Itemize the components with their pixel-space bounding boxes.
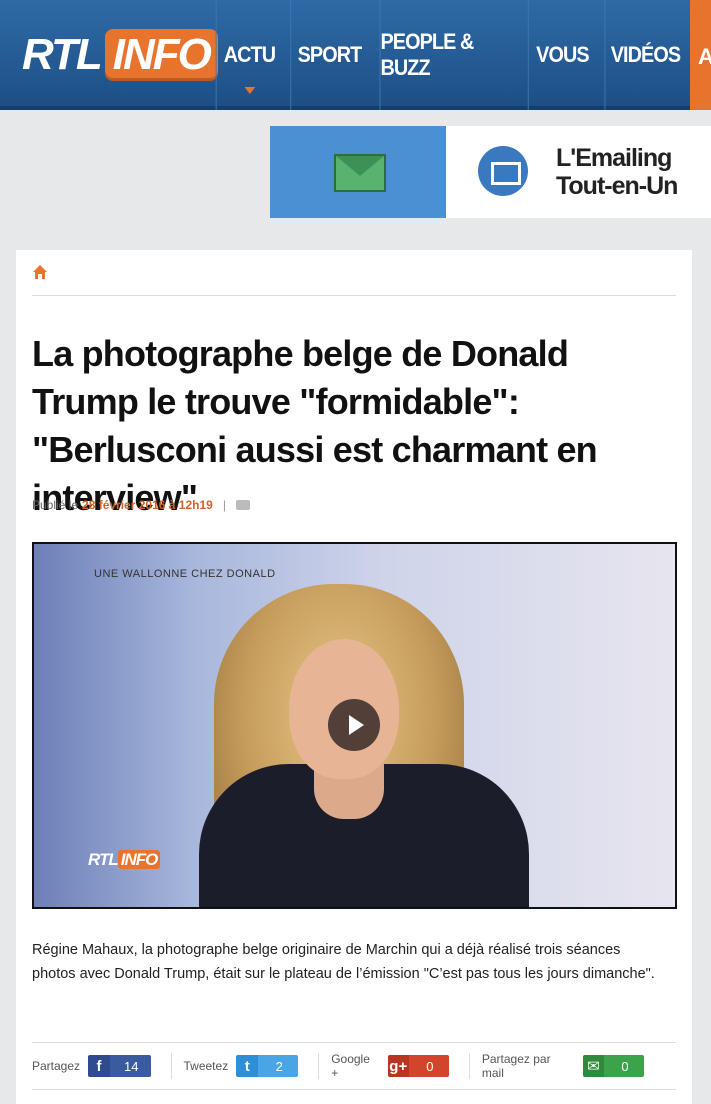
meta-separator: | xyxy=(222,498,226,512)
main-nav: ACTU SPORT PEOPLE & BUZZ VOUS VIDÉOS xyxy=(212,0,690,110)
ad-line-2: Tout-en-Un xyxy=(556,172,678,200)
nav-item-sport[interactable]: SPORT xyxy=(290,0,367,110)
share-google: Google + g+ 0 xyxy=(331,1052,470,1080)
twitter-count: 2 xyxy=(258,1055,299,1077)
nav-item-people-buzz[interactable]: PEOPLE & BUZZ xyxy=(379,0,517,110)
nav-item-actu[interactable]: ACTU xyxy=(215,0,283,110)
ad-banner[interactable]: L'Emailing Tout-en-Un xyxy=(270,126,711,218)
share-facebook: Partagez f 14 xyxy=(32,1053,172,1079)
logo-info-text: INFO xyxy=(104,29,218,81)
video-caption: UNE WALLONNE CHEZ DONALD xyxy=(94,568,276,580)
mail-icon: ✉ xyxy=(582,1055,604,1077)
ad-line-1: L'Emailing xyxy=(556,144,672,172)
nav-item-videos[interactable]: VIDÉOS xyxy=(604,0,686,110)
home-icon[interactable] xyxy=(32,264,48,280)
site-header: RTL INFO ACTU SPORT PEOPLE & BUZZ VOUS V… xyxy=(0,0,711,110)
nav-item-partial[interactable]: A xyxy=(690,0,711,110)
breadcrumb xyxy=(32,264,676,296)
ad-image xyxy=(270,126,446,218)
emailing-logo-icon xyxy=(478,146,528,196)
article-meta: Publié le 28 février 2016 à 12h19 | xyxy=(32,498,250,512)
facebook-share-button[interactable]: f 14 xyxy=(88,1055,151,1077)
share-google-label: Google + xyxy=(331,1052,370,1080)
comment-icon[interactable] xyxy=(235,500,250,510)
google-plus-count: 0 xyxy=(408,1055,449,1077)
site-logo[interactable]: RTL INFO xyxy=(0,0,218,110)
published-date: 28 février 2016 à 12h19 xyxy=(82,498,213,512)
facebook-icon: f xyxy=(88,1055,111,1077)
article-title: La photographe belge de Donald Trump le … xyxy=(32,333,598,518)
twitter-share-button[interactable]: t 2 xyxy=(236,1055,299,1077)
twitter-icon: t xyxy=(236,1055,259,1077)
share-mail: Partagez par mail ✉ 0 xyxy=(481,1052,664,1080)
article-card: La photographe belge de Donald Trump le … xyxy=(16,250,692,1104)
logo-rtl-text: RTL xyxy=(22,30,103,79)
share-twitter: Tweetez t 2 xyxy=(184,1053,320,1079)
video-watermark-logo: RTL INFO xyxy=(88,850,161,870)
google-plus-share-button[interactable]: g+ 0 xyxy=(387,1055,449,1077)
share-facebook-label: Partagez xyxy=(32,1059,81,1073)
share-mail-label: Partagez par mail xyxy=(481,1052,551,1080)
ad-text: L'Emailing Tout-en-Un xyxy=(556,144,678,200)
article-lead: Régine Mahaux, la photographe belge orig… xyxy=(32,942,655,982)
facebook-count: 14 xyxy=(110,1055,151,1077)
play-icon[interactable] xyxy=(328,699,380,751)
video-player[interactable]: UNE WALLONNE CHEZ DONALD RTL INFO xyxy=(32,542,677,909)
mail-share-button[interactable]: ✉ 0 xyxy=(582,1055,644,1077)
published-prefix: Publié le xyxy=(32,498,79,512)
google-plus-icon: g+ xyxy=(387,1055,409,1077)
nav-item-vous[interactable]: VOUS xyxy=(527,0,596,110)
envelope-icon xyxy=(334,154,386,192)
mail-count: 0 xyxy=(604,1055,644,1077)
share-twitter-label: Tweetez xyxy=(183,1059,229,1073)
share-bar: Partagez f 14 Tweetez t 2 Google + g+ 0 … xyxy=(32,1042,676,1090)
